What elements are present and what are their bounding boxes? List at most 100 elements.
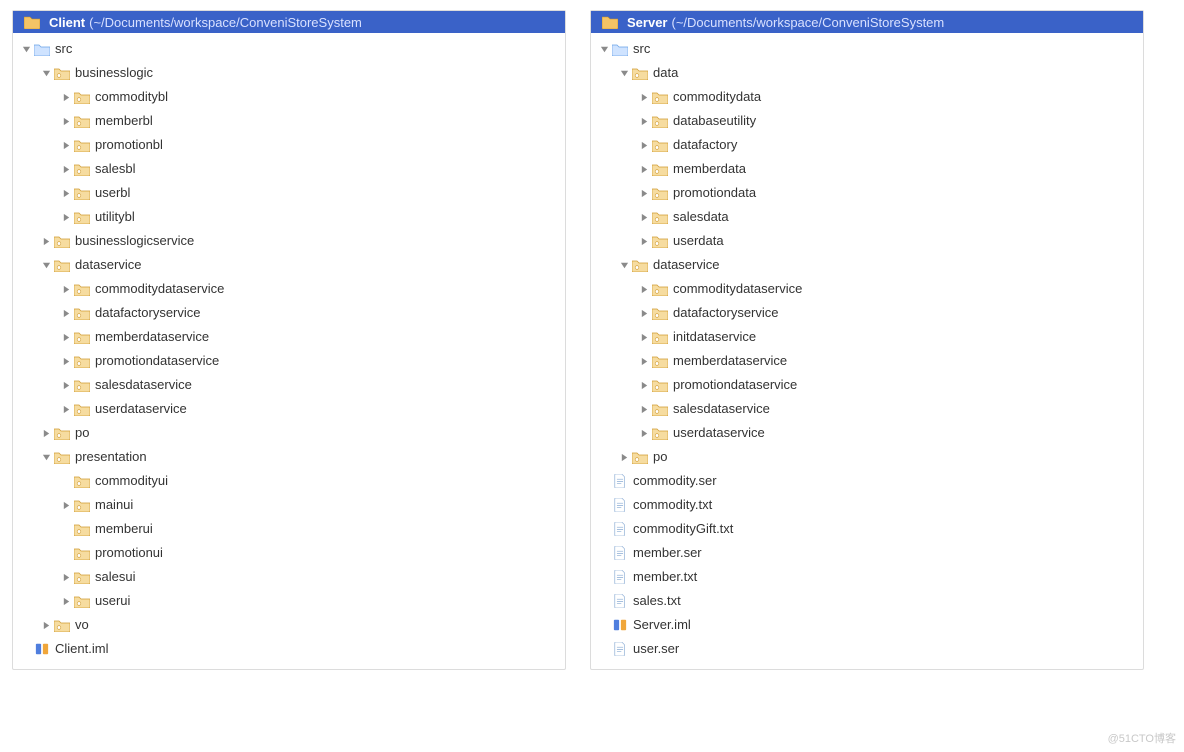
tree-row[interactable]: memberui [13,517,565,541]
chevron-down-icon[interactable] [617,61,631,85]
tree-row[interactable]: datafactoryservice [591,301,1143,325]
tree-row[interactable]: memberdata [591,157,1143,181]
chevron-right-icon[interactable] [59,109,73,133]
tree-row[interactable]: memberbl [13,109,565,133]
tree-row[interactable]: datafactory [591,133,1143,157]
chevron-right-icon[interactable] [637,109,651,133]
tree-row[interactable]: Client.iml [13,637,565,661]
chevron-right-icon[interactable] [637,325,651,349]
chevron-right-icon[interactable] [637,373,651,397]
tree-row[interactable]: member.ser [591,541,1143,565]
tree-row[interactable]: userdataservice [13,397,565,421]
chevron-right-icon[interactable] [59,589,73,613]
chevron-right-icon[interactable] [39,421,53,445]
chevron-right-icon[interactable] [637,181,651,205]
tree-row[interactable]: salesui [13,565,565,589]
chevron-right-icon[interactable] [59,373,73,397]
package-icon [651,376,669,394]
chevron-right-icon[interactable] [59,349,73,373]
chevron-right-icon[interactable] [59,565,73,589]
tree-row[interactable]: salesdataservice [13,373,565,397]
chevron-down-icon[interactable] [39,445,53,469]
tree-row[interactable]: presentation [13,445,565,469]
tree-row[interactable]: databaseutility [591,109,1143,133]
tree-row[interactable]: businesslogicservice [13,229,565,253]
chevron-right-icon[interactable] [637,301,651,325]
tree-row[interactable]: commoditydataservice [591,277,1143,301]
tree-row[interactable]: userbl [13,181,565,205]
chevron-right-icon[interactable] [39,613,53,637]
chevron-right-icon[interactable] [617,445,631,469]
tree-row[interactable]: dataservice [13,253,565,277]
chevron-right-icon[interactable] [59,397,73,421]
tree-row[interactable]: commodityui [13,469,565,493]
tree-row[interactable]: promotiondata [591,181,1143,205]
chevron-right-icon[interactable] [637,205,651,229]
tree-row[interactable]: businesslogic [13,61,565,85]
chevron-right-icon[interactable] [59,325,73,349]
chevron-right-icon[interactable] [59,181,73,205]
tree-row[interactable]: memberdataservice [13,325,565,349]
tree-row[interactable]: dataservice [591,253,1143,277]
chevron-right-icon[interactable] [39,229,53,253]
tree-row[interactable]: src [591,37,1143,61]
chevron-down-icon[interactable] [597,37,611,61]
server-header[interactable]: Server (~/Documents/workspace/ConveniSto… [591,11,1143,33]
tree-row[interactable]: initdataservice [591,325,1143,349]
package-icon [651,424,669,442]
chevron-right-icon[interactable] [637,277,651,301]
tree-row[interactable]: vo [13,613,565,637]
tree-row[interactable]: utilitybl [13,205,565,229]
tree-label: businesslogic [75,61,153,85]
chevron-right-icon[interactable] [637,421,651,445]
package-icon [53,64,71,82]
chevron-right-icon[interactable] [59,205,73,229]
tree-row[interactable]: promotionbl [13,133,565,157]
tree-row[interactable]: userdata [591,229,1143,253]
tree-row[interactable]: member.txt [591,565,1143,589]
chevron-right-icon[interactable] [59,277,73,301]
tree-row[interactable]: commoditybl [13,85,565,109]
tree-label: po [75,421,89,445]
tree-row[interactable]: datafactoryservice [13,301,565,325]
tree-row[interactable]: promotiondataservice [591,373,1143,397]
chevron-down-icon[interactable] [39,253,53,277]
chevron-down-icon[interactable] [39,61,53,85]
tree-row[interactable]: mainui [13,493,565,517]
tree-row[interactable]: userdataservice [591,421,1143,445]
chevron-right-icon[interactable] [59,301,73,325]
tree-row[interactable]: sales.txt [591,589,1143,613]
tree-row[interactable]: commodity.txt [591,493,1143,517]
chevron-right-icon[interactable] [637,157,651,181]
tree-row[interactable]: salesbl [13,157,565,181]
tree-row[interactable]: userui [13,589,565,613]
chevron-right-icon[interactable] [637,85,651,109]
tree-row[interactable]: commodityGift.txt [591,517,1143,541]
tree-row[interactable]: salesdataservice [591,397,1143,421]
chevron-right-icon[interactable] [59,85,73,109]
chevron-right-icon[interactable] [637,133,651,157]
tree-row[interactable]: promotiondataservice [13,349,565,373]
chevron-right-icon[interactable] [637,397,651,421]
tree-row[interactable]: data [591,61,1143,85]
tree-row[interactable]: commoditydata [591,85,1143,109]
chevron-right-icon[interactable] [637,349,651,373]
tree-label: userui [95,589,130,613]
tree-row[interactable]: commoditydataservice [13,277,565,301]
tree-row[interactable]: po [591,445,1143,469]
chevron-right-icon[interactable] [59,133,73,157]
tree-row[interactable]: Server.iml [591,613,1143,637]
tree-row[interactable]: commodity.ser [591,469,1143,493]
tree-row[interactable]: promotionui [13,541,565,565]
tree-row[interactable]: user.ser [591,637,1143,661]
tree-row[interactable]: salesdata [591,205,1143,229]
tree-row[interactable]: src [13,37,565,61]
tree-row[interactable]: po [13,421,565,445]
chevron-right-icon[interactable] [637,229,651,253]
chevron-right-icon[interactable] [59,493,73,517]
tree-row[interactable]: memberdataservice [591,349,1143,373]
chevron-down-icon[interactable] [617,253,631,277]
chevron-right-icon[interactable] [59,157,73,181]
client-header[interactable]: Client (~/Documents/workspace/ConveniSto… [13,11,565,33]
chevron-down-icon[interactable] [19,37,33,61]
